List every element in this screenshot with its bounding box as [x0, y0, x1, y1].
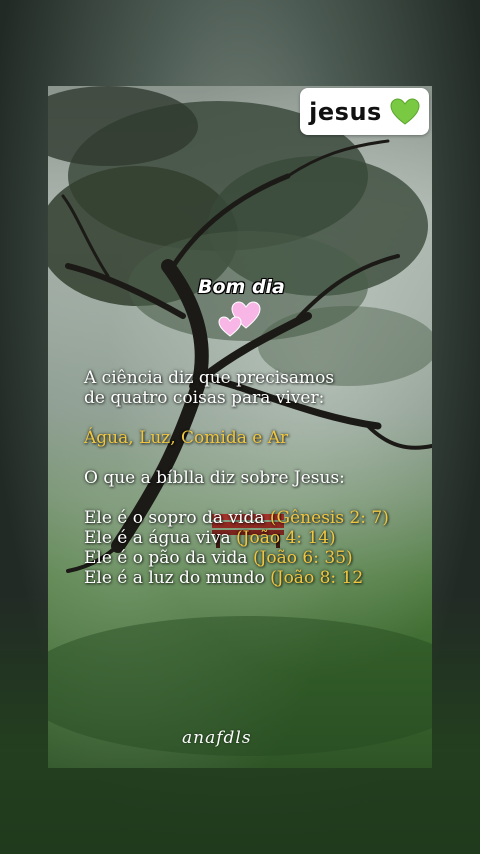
verse-line: Ele é a luz do mundo (João 8: 12	[84, 568, 414, 588]
question-line: O que a bíblla diz sobre Jesus:	[84, 468, 345, 488]
verse-ref: (João 6: 35)	[252, 548, 353, 568]
verse-text: Ele é o sopro da vida	[84, 508, 270, 528]
message-text: A ciência diz que precisamos de quatro c…	[84, 368, 414, 588]
greeting-text: Bom dia	[198, 276, 285, 298]
verse-ref: (João 8: 12	[270, 568, 364, 588]
essentials-line: Água, Luz, Comida e Ar	[84, 428, 289, 448]
green-heart-icon	[390, 97, 420, 125]
verse-ref: (Gênesis 2: 7)	[269, 508, 389, 528]
pink-hearts-icon	[218, 301, 261, 337]
verse-text: Ele é a água viva	[84, 528, 237, 548]
tag-label: jesus	[309, 97, 382, 126]
verse-line: Ele é a água viva (João 4: 14)	[84, 528, 414, 548]
author-signature: anafdls	[182, 728, 252, 748]
verse-ref: (João 4: 14)	[236, 528, 336, 548]
intro-line-1: A ciência diz que precisamos	[84, 368, 335, 388]
verse-line: Ele é o sopro da vida (Gênesis 2: 7)	[84, 508, 414, 528]
verse-line: Ele é o pão da vida (João 6: 35)	[84, 548, 414, 568]
sticker-tag[interactable]: jesus	[300, 88, 429, 135]
verse-text: Ele é o pão da vida	[84, 548, 253, 568]
verse-text: Ele é a luz do mundo	[84, 568, 271, 588]
intro-line-2: de quatro coisas para viver:	[84, 388, 325, 408]
